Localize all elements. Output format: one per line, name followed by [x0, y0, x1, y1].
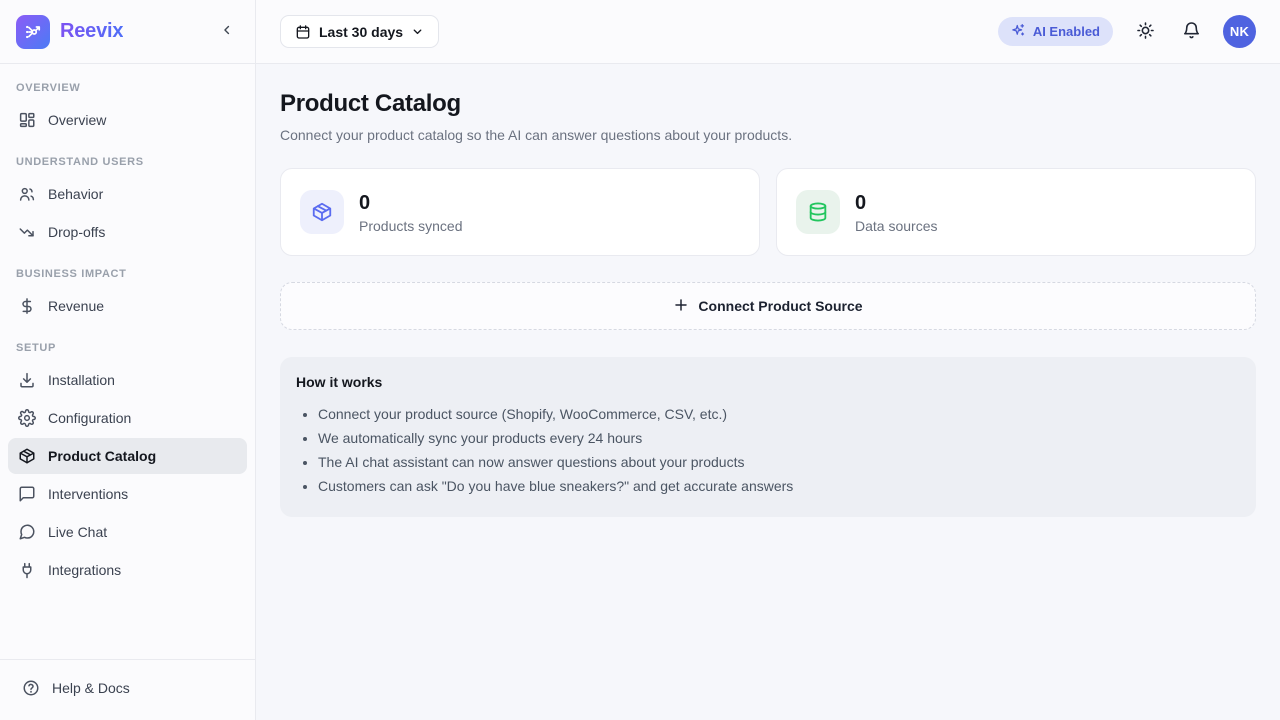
sparkles-icon — [1011, 23, 1026, 41]
sidebar-item-label: Live Chat — [48, 524, 107, 540]
page-title: Product Catalog — [280, 90, 1256, 118]
sidebar-item-label: Drop-offs — [48, 224, 105, 240]
database-icon — [796, 190, 840, 234]
notifications-button[interactable] — [1177, 18, 1205, 46]
how-it-works-bullet: We automatically sync your products ever… — [318, 426, 1240, 450]
page-subtitle: Connect your product catalog so the AI c… — [280, 127, 1256, 143]
sidebar-item-drop-offs[interactable]: Drop-offs — [8, 214, 247, 250]
sidebar-item-label: Integrations — [48, 562, 121, 578]
avatar-initials: NK — [1230, 24, 1249, 39]
sidebar-item-configuration[interactable]: Configuration — [8, 400, 247, 436]
stat-value: 0 — [359, 191, 463, 215]
connect-product-source-button[interactable]: Connect Product Source — [280, 282, 1256, 330]
daterange-label: Last 30 days — [319, 24, 403, 40]
sidebar-item-label: Revenue — [48, 298, 104, 314]
content-area: Product Catalog Connect your product cat… — [256, 64, 1280, 720]
how-it-works-bullet: The AI chat assistant can now answer que… — [318, 450, 1240, 474]
stat-card-data-sources: 0 Data sources — [776, 168, 1256, 256]
stat-label: Data sources — [855, 218, 937, 234]
dashboard-grid-icon — [18, 111, 36, 129]
sidebar-header: Reevix — [0, 0, 255, 64]
sidebar-item-product-catalog[interactable]: Product Catalog — [8, 438, 247, 474]
chevron-left-icon — [220, 23, 234, 41]
sidebar-item-label: Product Catalog — [48, 448, 156, 464]
dollar-icon — [18, 297, 36, 315]
sidebar-item-interventions[interactable]: Interventions — [8, 476, 247, 512]
how-it-works-list: Connect your product source (Shopify, Wo… — [296, 402, 1240, 498]
help-docs-label: Help & Docs — [52, 680, 130, 696]
how-it-works-bullet: Connect your product source (Shopify, Wo… — [318, 402, 1240, 426]
sidebar-item-overview[interactable]: Overview — [8, 102, 247, 138]
how-it-works-bullet: Customers can ask "Do you have blue snea… — [318, 474, 1240, 498]
connect-button-label: Connect Product Source — [698, 298, 862, 314]
message-circle-icon — [18, 523, 36, 541]
theme-toggle-button[interactable] — [1131, 18, 1159, 46]
stat-label: Products synced — [359, 218, 463, 234]
sidebar-item-label: Installation — [48, 372, 115, 388]
stat-text: 0 Products synced — [359, 191, 463, 234]
brand-logo-icon — [16, 15, 50, 49]
sidebar-item-behavior[interactable]: Behavior — [8, 176, 247, 212]
ai-enabled-badge: AI Enabled — [998, 17, 1113, 46]
nav-section-label: BUSINESS IMPACT — [8, 260, 247, 286]
download-icon — [18, 371, 36, 389]
calendar-icon — [295, 24, 311, 40]
bell-icon — [1182, 21, 1201, 43]
sun-icon — [1136, 21, 1155, 43]
how-it-works-title: How it works — [296, 374, 1240, 390]
nav-section-label: OVERVIEW — [8, 74, 247, 100]
topbar-right: AI Enabled NK — [998, 15, 1256, 48]
nav-section-setup: SETUP Installation Configuration Product… — [8, 334, 247, 588]
stat-value: 0 — [855, 191, 937, 215]
plug-icon — [18, 561, 36, 579]
sidebar-nav: OVERVIEW Overview UNDERSTAND USERS Behav… — [0, 64, 255, 659]
users-icon — [18, 185, 36, 203]
gear-icon — [18, 409, 36, 427]
main-column: Last 30 days AI Enabled — [256, 0, 1280, 720]
sidebar-item-help-docs[interactable]: Help & Docs — [16, 670, 239, 706]
sidebar-collapse-button[interactable] — [215, 20, 239, 44]
sidebar-item-revenue[interactable]: Revenue — [8, 288, 247, 324]
nav-section-business-impact: BUSINESS IMPACT Revenue — [8, 260, 247, 324]
sidebar-item-installation[interactable]: Installation — [8, 362, 247, 398]
sidebar-item-label: Overview — [48, 112, 106, 128]
how-it-works-panel: How it works Connect your product source… — [280, 357, 1256, 517]
nav-section-label: UNDERSTAND USERS — [8, 148, 247, 174]
stat-cards-row: 0 Products synced 0 Data sources — [280, 168, 1256, 256]
trending-down-icon — [18, 223, 36, 241]
sidebar-footer: Help & Docs — [0, 659, 255, 720]
sidebar-item-label: Interventions — [48, 486, 128, 502]
topbar: Last 30 days AI Enabled — [256, 0, 1280, 64]
user-avatar[interactable]: NK — [1223, 15, 1256, 48]
plus-icon — [673, 297, 689, 316]
nav-section-label: SETUP — [8, 334, 247, 360]
help-circle-icon — [22, 679, 40, 697]
brand-name: Reevix — [60, 20, 123, 43]
chevron-down-icon — [411, 25, 424, 38]
sidebar-item-label: Configuration — [48, 410, 131, 426]
package-icon — [300, 190, 344, 234]
sidebar: Reevix OVERVIEW Overview UNDERSTAND USER… — [0, 0, 256, 720]
message-square-icon — [18, 485, 36, 503]
nav-section-overview: OVERVIEW Overview — [8, 74, 247, 138]
ai-badge-label: AI Enabled — [1033, 24, 1100, 39]
sidebar-item-integrations[interactable]: Integrations — [8, 552, 247, 588]
nav-section-understand-users: UNDERSTAND USERS Behavior Drop-offs — [8, 148, 247, 250]
stat-text: 0 Data sources — [855, 191, 937, 234]
sidebar-item-label: Behavior — [48, 186, 103, 202]
sidebar-item-live-chat[interactable]: Live Chat — [8, 514, 247, 550]
package-icon — [18, 447, 36, 465]
stat-card-products-synced: 0 Products synced — [280, 168, 760, 256]
daterange-button[interactable]: Last 30 days — [280, 15, 439, 48]
